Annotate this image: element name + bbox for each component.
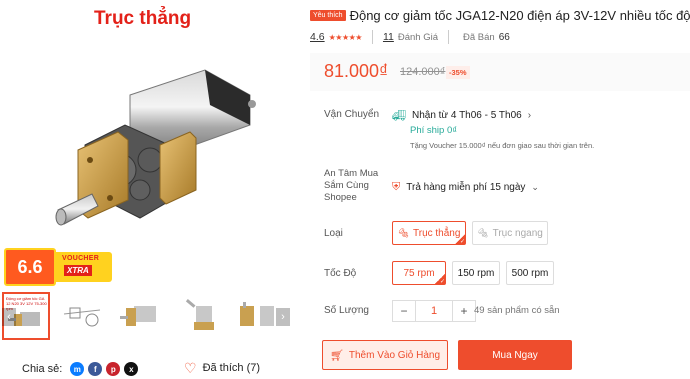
quantity-decrease-button[interactable]: −	[392, 300, 416, 322]
original-price: 124.000₫	[400, 66, 446, 78]
shaft-thumb-icon: 🔩︎	[477, 227, 489, 238]
thumbnail-image	[63, 307, 101, 327]
shop-rating-badge: 6.6 VOUCHER XTRA	[4, 248, 112, 286]
chevron-right-icon[interactable]: ›	[276, 308, 290, 326]
thumbnail-3[interactable]	[118, 292, 166, 340]
favorite-button[interactable]: ♡ Đã thích (7)	[184, 360, 261, 376]
guarantee-dropdown[interactable]: ⛨ Trả hàng miễn phí 15 ngày ⌄	[392, 181, 539, 194]
cart-icon: 🛒︎	[329, 349, 344, 362]
product-title-row: Yêu thích Động cơ giảm tốc JGA12-N20 điện…	[310, 8, 690, 23]
shield-icon: ⛨	[392, 181, 401, 193]
main-product-image[interactable]: Trục thẳng 6.6 VOUCHER XTRA	[0, 0, 290, 288]
shipping-voucher-note: Tặng Voucher 15.000₫ nếu đơn giao sau th…	[410, 141, 595, 150]
guarantee-label: An Tâm Mua Sắm Cùng Shopee	[324, 168, 379, 203]
type-option-label: Trục thẳng	[413, 227, 461, 239]
chevron-down-icon: ⌄	[531, 182, 539, 192]
guarantee-text: Trả hàng miễn phí 15 ngày	[406, 182, 526, 193]
price-box: 81.000₫ 124.000₫ -35%	[310, 53, 690, 91]
divider	[371, 30, 373, 44]
quantity-increase-button[interactable]: +	[452, 300, 476, 322]
speed-option-label: 500 rpm	[511, 267, 549, 279]
shipping-label: Vận Chuyển	[324, 109, 380, 120]
current-price: 81.000₫	[324, 61, 389, 81]
shipping-fee: Phí ship 0₫	[410, 125, 458, 136]
voucher-xtra-label: VOUCHER XTRA	[56, 252, 112, 282]
shaft-thumb-icon: 🔩︎	[397, 227, 409, 238]
type-option-straight[interactable]: 🔩︎ Trục thẳng ✓	[392, 221, 466, 245]
sold-label: Đã Bán	[463, 31, 495, 43]
favorite-badge: Yêu thích	[310, 9, 346, 21]
promo-title: Trục thẳng	[94, 8, 192, 29]
type-label: Loại	[324, 228, 343, 239]
speed-option-label: 150 rpm	[457, 267, 495, 279]
quantity-stepper: − 1 +	[392, 300, 476, 322]
heart-icon: ♡	[184, 360, 197, 376]
review-count[interactable]: 11	[383, 31, 394, 43]
rating-value[interactable]: 4.6	[310, 31, 325, 43]
check-icon: ✓	[435, 274, 445, 285]
chevron-left-icon[interactable]: ‹	[2, 308, 16, 326]
quantity-input[interactable]: 1	[416, 300, 452, 322]
speed-label: Tốc Độ	[324, 268, 357, 279]
shipping-eta-text: Nhận từ 4 Th06 - 5 Th06	[411, 110, 522, 121]
pinterest-icon[interactable]: p	[106, 362, 121, 376]
share-label: Chia sẻ:	[22, 363, 63, 375]
thumbnail-4[interactable]	[178, 292, 226, 340]
review-label: Đánh Giá	[397, 31, 439, 43]
type-option-angled[interactable]: 🔩︎ Trục ngang	[472, 221, 548, 245]
add-to-cart-label: Thêm Vào Giỏ Hàng	[348, 349, 441, 361]
facebook-icon[interactable]: f	[88, 362, 103, 376]
product-gallery: Trục thẳng 6.6 VOUCHER XTRA Động cơ giảm…	[0, 0, 292, 379]
discount-badge: -35%	[446, 66, 470, 79]
speed-option-150[interactable]: 150 rpm	[452, 261, 500, 285]
chevron-right-icon: ›	[527, 110, 532, 121]
thumbnail-image	[185, 299, 214, 330]
motor-image	[55, 69, 256, 226]
speed-option-label: 75 rpm	[403, 267, 435, 279]
type-option-label: Trục ngang	[492, 227, 543, 239]
badge-voucher-text: VOUCHER	[62, 255, 100, 262]
x-icon[interactable]: x	[124, 362, 139, 376]
speed-option-500[interactable]: 500 rpm	[506, 261, 554, 285]
buy-now-button[interactable]: Mua Ngay	[458, 340, 572, 370]
shipping-eta[interactable]: 🚚︎ Nhận từ 4 Th06 - 5 Th06 ›	[392, 109, 531, 122]
badge-rating-value: 6.6	[4, 248, 56, 286]
divider	[448, 30, 450, 44]
badge-xtra-text: XTRA	[64, 265, 92, 276]
truck-icon: 🚚︎	[392, 110, 406, 122]
product-details: Yêu thích Động cơ giảm tốc JGA12-N20 điện…	[310, 0, 690, 379]
share-row: Chia sẻ: m f p x	[22, 362, 139, 376]
messenger-icon[interactable]: m	[70, 362, 85, 376]
product-stats: 4.6 ★★★★★ 11 Đánh Giá Đã Bán 66	[310, 30, 510, 44]
rating-stars-icon: ★★★★★	[328, 32, 363, 42]
thumbnail-image	[120, 306, 156, 326]
check-icon: ✓	[455, 234, 465, 245]
thumbnail-5[interactable]	[234, 292, 282, 340]
product-title: Động cơ giảm tốc JGA12-N20 điện áp 3V-12…	[349, 8, 690, 23]
thumbnail-2[interactable]	[58, 292, 106, 340]
thumbnail-image	[240, 302, 274, 326]
quantity-label: Số Lượng	[324, 305, 369, 316]
speed-option-75[interactable]: 75 rpm ✓	[392, 261, 446, 285]
thumbnail-strip: Động cơ giảm tốc GA 12 N20 3V 12V 75-300…	[0, 292, 292, 347]
stock-available: 49 sản phẩm có sẵn	[474, 305, 560, 316]
favorite-label: Đã thích (7)	[202, 362, 261, 374]
sold-count: 66	[498, 31, 510, 43]
add-to-cart-button[interactable]: 🛒︎ Thêm Vào Giỏ Hàng	[322, 340, 448, 370]
